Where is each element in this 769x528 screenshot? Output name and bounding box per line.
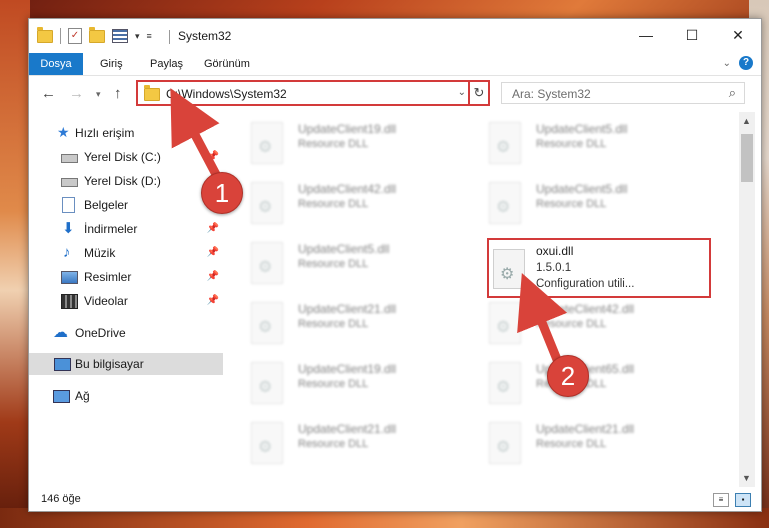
step-1-badge: 1 [201, 172, 243, 214]
arrow-to-oxui-file [517, 272, 568, 367]
step-2-badge: 2 [547, 355, 589, 397]
arrow-to-address-bar [170, 88, 225, 187]
annotation-arrows [170, 88, 568, 367]
